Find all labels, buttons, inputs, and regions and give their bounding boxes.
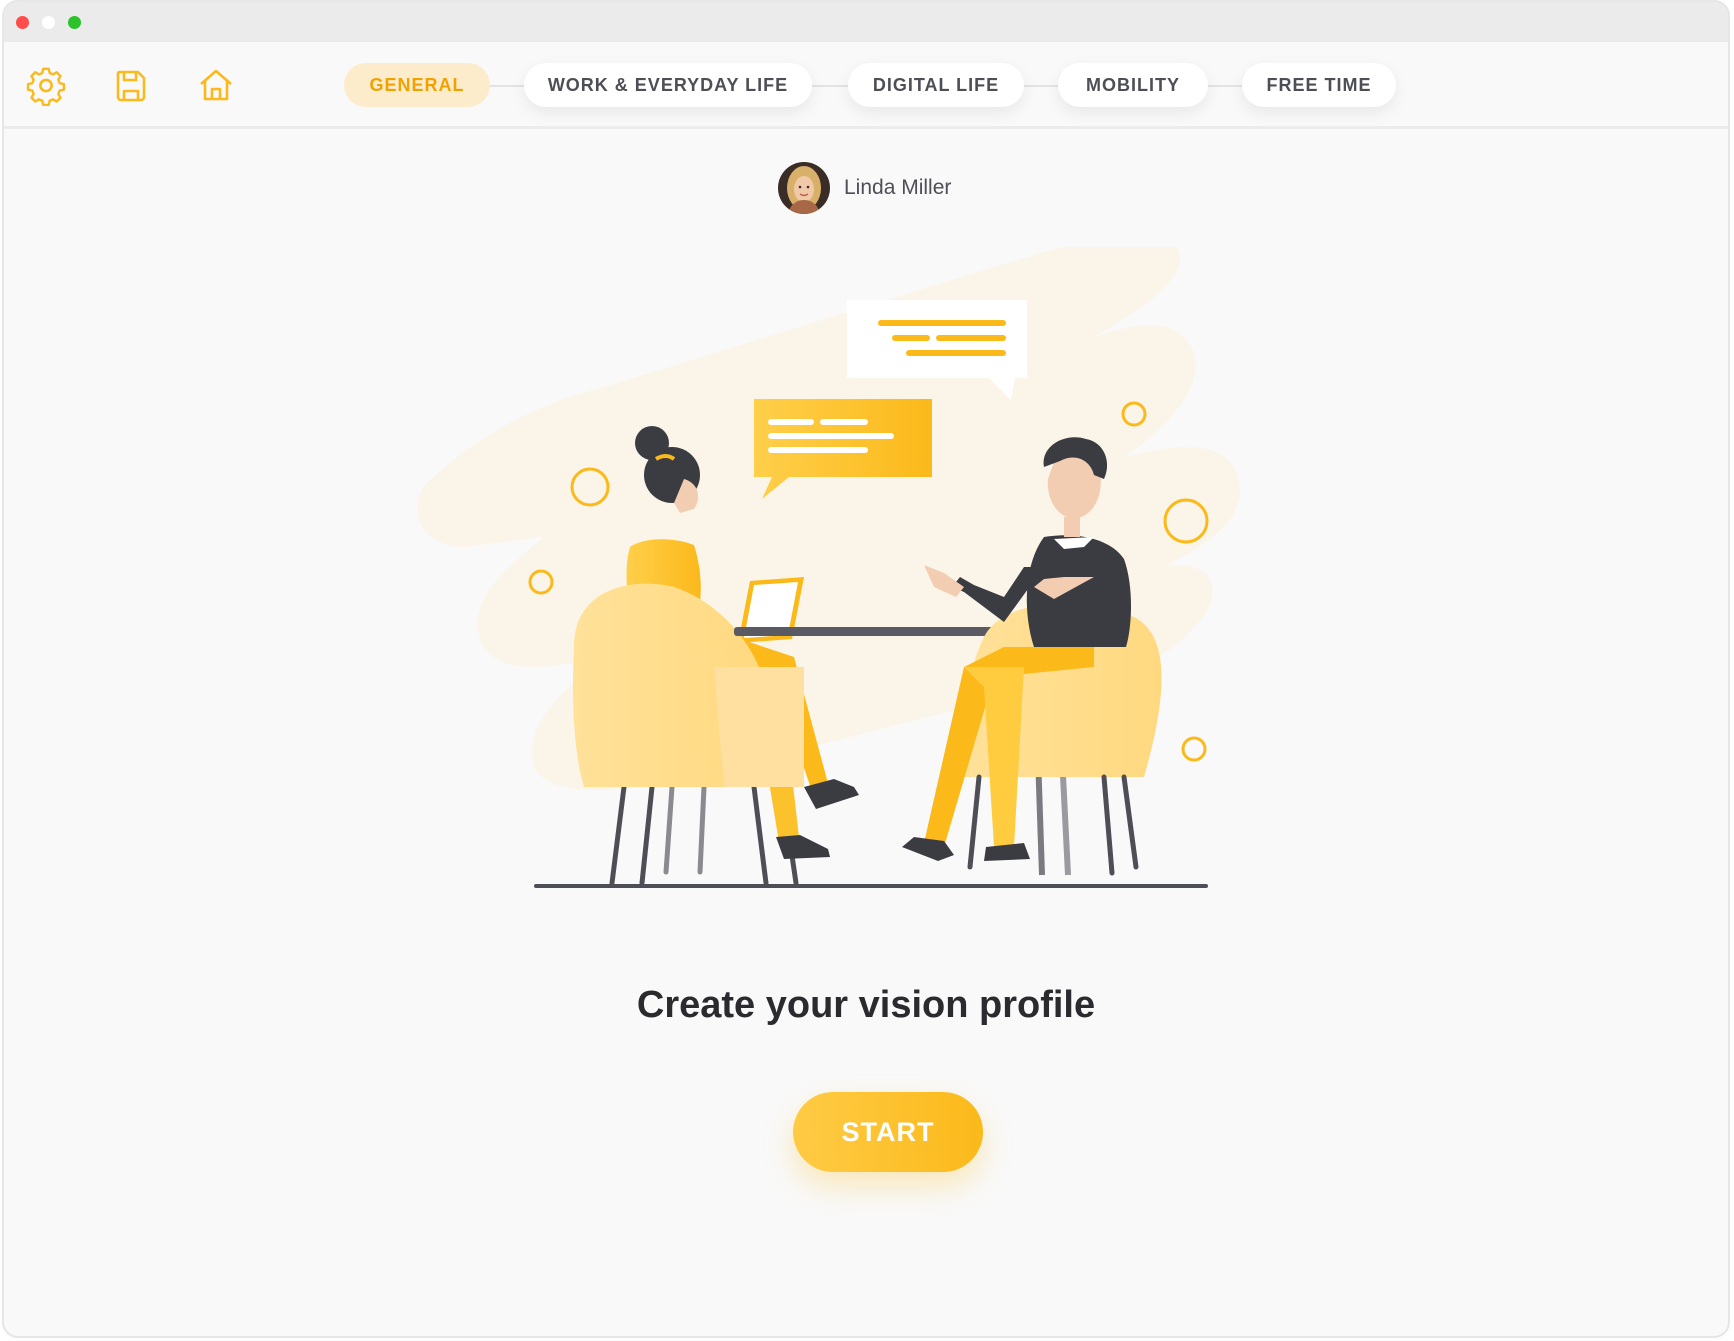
- step-label: WORK & EVERYDAY LIFE: [547, 74, 789, 95]
- step-label: FREE TIME: [1266, 74, 1372, 95]
- interview-illustration: [404, 232, 1334, 937]
- app-window: GENERAL WORK & EVERYDAY LIFE DIGITAL LIF…: [2, 0, 1730, 1338]
- maximize-window-button[interactable]: [68, 16, 81, 29]
- home-icon[interactable]: [196, 66, 236, 106]
- start-button-label: START: [841, 1116, 935, 1147]
- user-profile[interactable]: Linda Miller: [778, 160, 951, 216]
- avatar: [778, 162, 830, 214]
- start-button[interactable]: START: [793, 1092, 983, 1172]
- step-free-time[interactable]: FREE TIME: [1242, 63, 1396, 107]
- step-work-everyday-life[interactable]: WORK & EVERYDAY LIFE: [524, 63, 812, 107]
- progress-steps: GENERAL WORK & EVERYDAY LIFE DIGITAL LIF…: [344, 63, 1396, 107]
- window-titlebar: [4, 2, 1728, 42]
- step-label: DIGITAL LIFE: [872, 74, 1000, 95]
- user-name: Linda Miller: [844, 176, 952, 199]
- step-mobility[interactable]: MOBILITY: [1058, 63, 1208, 107]
- step-digital-life[interactable]: DIGITAL LIFE: [848, 63, 1024, 107]
- step-label: GENERAL: [369, 74, 465, 95]
- step-label: MOBILITY: [1086, 74, 1180, 95]
- page-title: Create your vision profile: [636, 984, 1096, 1026]
- gear-icon[interactable]: [26, 66, 66, 107]
- close-window-button[interactable]: [16, 16, 29, 29]
- step-general[interactable]: GENERAL: [344, 63, 490, 107]
- save-icon[interactable]: [111, 66, 151, 106]
- minimize-window-button[interactable]: [42, 16, 55, 29]
- top-toolbar: GENERAL WORK & EVERYDAY LIFE DIGITAL LIF…: [4, 42, 1728, 129]
